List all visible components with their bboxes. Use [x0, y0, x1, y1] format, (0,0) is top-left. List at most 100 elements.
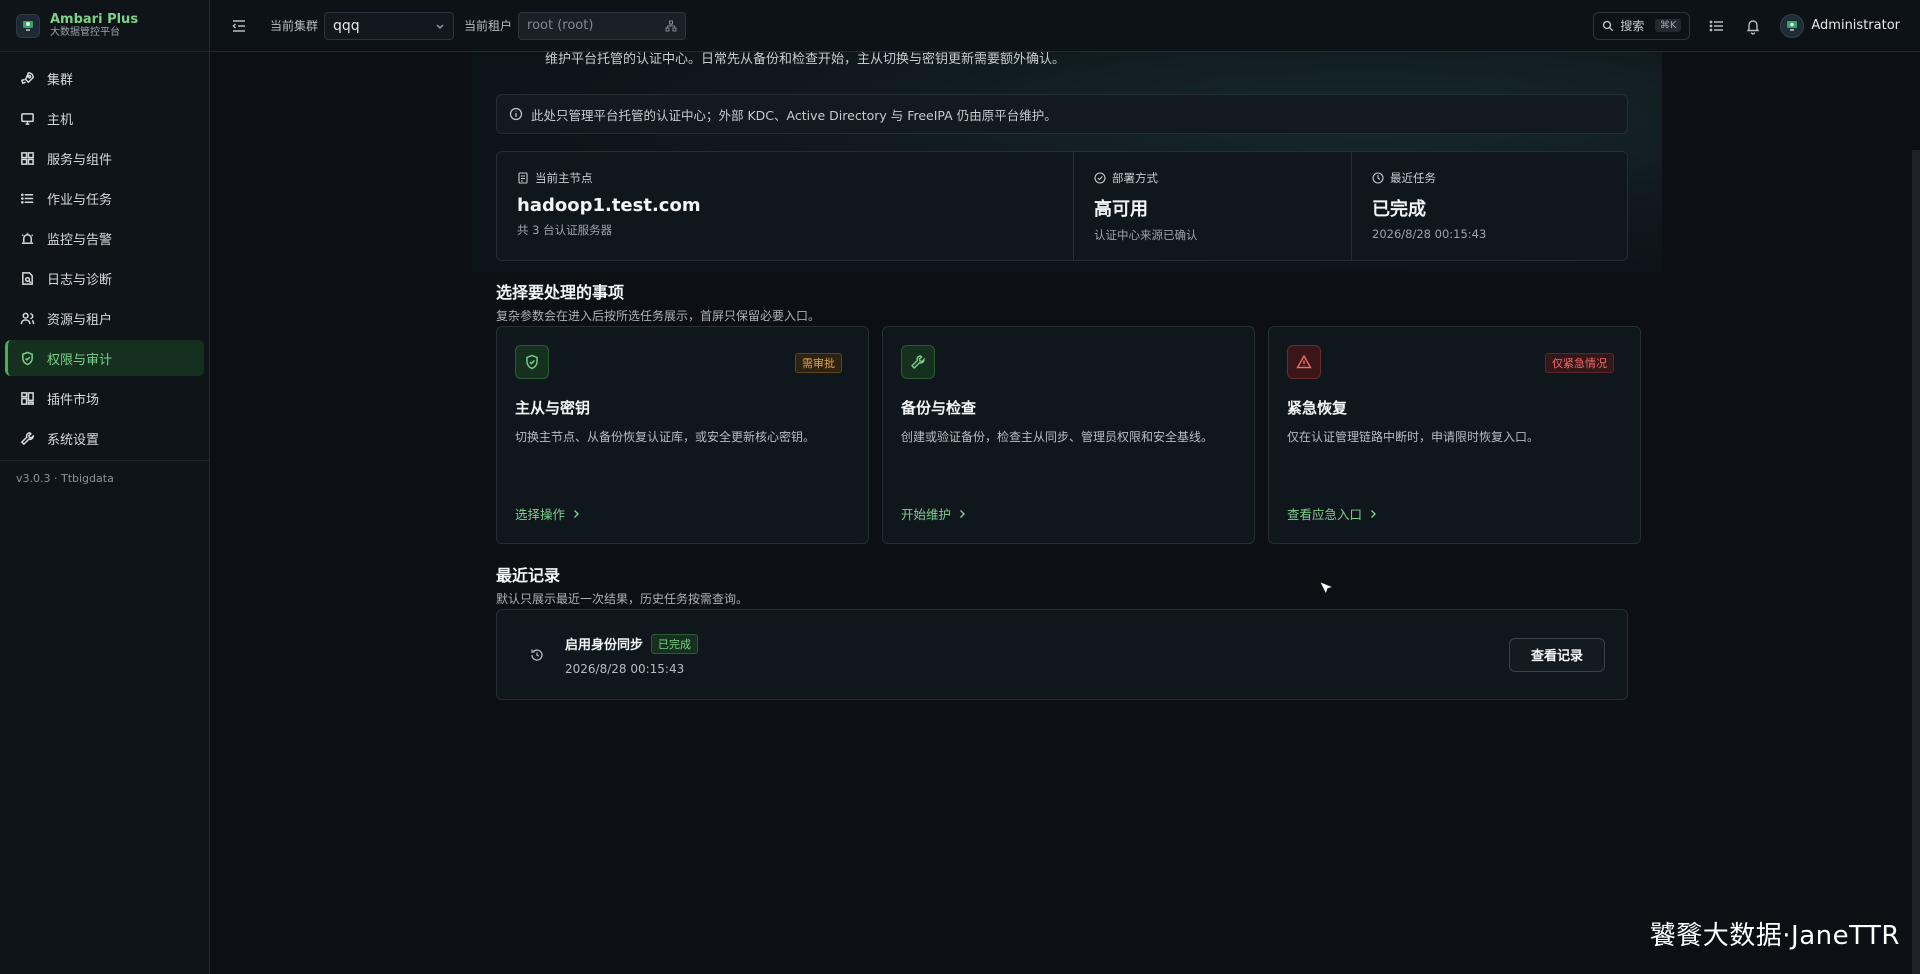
- select-action-link[interactable]: 选择操作: [515, 504, 581, 523]
- plugin-icon: [21, 391, 34, 405]
- card-backup-check[interactable]: 备份与检查 创建或验证备份，检查主从同步、管理员权限和安全基线。 开始维护: [882, 326, 1255, 544]
- search-button[interactable]: 搜索 ⌘K: [1593, 11, 1691, 40]
- card-link-label: 选择操作: [515, 507, 566, 522]
- task-cards: 需审批 主从与密钥 切换主节点、从备份恢复认证库，或安全更新核心密钥。 选择操作…: [496, 326, 1641, 544]
- card-link-label: 查看应急入口: [1287, 507, 1363, 522]
- shield-icon: [22, 351, 33, 365]
- sidebar-item-logs[interactable]: 日志与诊断: [5, 260, 204, 296]
- card-emergency-recovery[interactable]: 仅紧急情况 紧急恢复 仅在认证管理链路中断时，申请限时恢复入口。 查看应急入口: [1268, 326, 1641, 544]
- scrollbar[interactable]: [1912, 150, 1920, 974]
- list-icon: [21, 192, 34, 204]
- sidebar-item-label: 主机: [47, 112, 74, 128]
- card-description: 创建或验证备份，检查主从同步、管理员权限和安全基线。: [901, 430, 1214, 444]
- sidebar-item-resources[interactable]: 资源与租户: [5, 300, 204, 336]
- task-list-icon[interactable]: [1708, 17, 1726, 35]
- sidebar-item-label: 插件市场: [47, 392, 100, 408]
- wrench-icon: [901, 345, 935, 379]
- card-link-label: 开始维护: [901, 507, 952, 522]
- user-menu[interactable]: Administrator: [1780, 13, 1900, 38]
- wrench-icon: [20, 431, 34, 445]
- topbar: 当前集群 qqq 当前租户 root (root) 搜索 ⌘K Administ…: [210, 0, 1920, 52]
- sidebar-item-label: 集群: [47, 72, 74, 88]
- sidebar-item-hosts[interactable]: 主机: [5, 100, 204, 136]
- card-title: 紧急恢复: [1287, 399, 1348, 417]
- sidebar-item-label: 资源与租户: [47, 312, 113, 328]
- search-icon: [1603, 20, 1614, 31]
- sidebar-item-label: 日志与诊断: [47, 272, 113, 288]
- cluster-select[interactable]: qqq: [324, 11, 455, 40]
- tenant-label: 当前租户: [464, 19, 513, 33]
- server-icon: [518, 172, 528, 184]
- tasks-section-title: 选择要处理的事项: [496, 283, 625, 302]
- card-description: 仅在认证管理链路中断时，申请限时恢复入口。: [1287, 430, 1540, 444]
- bell-icon[interactable]: [1744, 17, 1762, 35]
- sidebar: Ambari Plus 大数据管控平台 集群 主机 服务与组件 作业与任务 监控…: [0, 0, 210, 974]
- sidebar-toggle-icon[interactable]: [230, 17, 248, 35]
- stat-sub: 2026/8/28 00:15:43: [1372, 227, 1487, 241]
- info-notice: 此处只管理平台托管的认证中心；外部 KDC、Active Directory 与…: [496, 94, 1628, 134]
- stat-label: 最近任务: [1390, 171, 1436, 185]
- stat-primary-node: 当前主节点 hadoop1.test.com 共 3 台认证服务器: [497, 152, 1074, 260]
- hero-description: 维护平台托管的认证中心。日常先从备份和检查开始，主从切换与密钥更新需要额外确认。: [545, 52, 1066, 67]
- sidebar-nav: 集群 主机 服务与组件 作业与任务 监控与告警 日志与诊断 资源与租户 权限与审…: [0, 52, 209, 456]
- status-badge: 已完成: [651, 633, 699, 654]
- brand-title: Ambari Plus: [50, 11, 139, 27]
- sidebar-item-clusters[interactable]: 集群: [5, 60, 204, 96]
- check-circle-icon: [1094, 172, 1106, 184]
- siren-icon: [21, 232, 34, 244]
- sidebar-item-label: 服务与组件: [47, 152, 113, 168]
- sidebar-item-label: 系统设置: [47, 432, 100, 448]
- chevron-right-icon: [1371, 509, 1377, 518]
- stat-deployment: 部署方式 高可用 认证中心来源已确认: [1074, 152, 1352, 260]
- main-content: 维护平台托管的认证中心。日常先从备份和检查开始，主从切换与密钥更新需要额外确认。…: [210, 52, 1920, 974]
- hierarchy-icon: [665, 20, 677, 31]
- version-label: v3.0.3 · Ttbigdata: [16, 472, 114, 485]
- recent-record: 启用身份同步 已完成 2026/8/28 00:15:43 查看记录: [496, 609, 1628, 700]
- users-icon: [20, 312, 35, 324]
- brand-subtitle: 大数据管控平台: [50, 26, 120, 38]
- sidebar-item-services[interactable]: 服务与组件: [5, 140, 204, 176]
- record-time: 2026/8/28 00:15:43: [565, 661, 685, 676]
- monitor-icon: [21, 112, 34, 125]
- view-emergency-entry-link[interactable]: 查看应急入口: [1287, 504, 1378, 523]
- stat-value: 高可用: [1094, 199, 1148, 220]
- sidebar-item-plugins[interactable]: 插件市场: [5, 380, 204, 416]
- warning-icon: [1287, 345, 1321, 379]
- sidebar-item-label: 权限与审计: [47, 352, 113, 368]
- log-search-icon: [22, 271, 33, 285]
- cluster-label: 当前集群: [270, 19, 319, 33]
- stat-label: 部署方式: [1112, 171, 1158, 185]
- watermark: 饕餮大数据·JaneTTR: [1649, 921, 1900, 951]
- brand-logo-icon: [16, 13, 40, 38]
- records-section-subtitle: 默认只展示最近一次结果，历史任务按需查询。: [496, 592, 749, 606]
- sidebar-item-monitoring[interactable]: 监控与告警: [5, 220, 204, 256]
- user-name: Administrator: [1811, 18, 1900, 33]
- emergency-badge: 仅紧急情况: [1545, 353, 1614, 373]
- sidebar-item-label: 作业与任务: [47, 192, 113, 208]
- sidebar-item-settings[interactable]: 系统设置: [5, 420, 204, 456]
- stat-label: 当前主节点: [535, 171, 593, 185]
- approval-badge: 需审批: [795, 353, 842, 373]
- search-shortcut: ⌘K: [1654, 19, 1682, 32]
- stat-sub: 共 3 台认证服务器: [517, 223, 613, 237]
- brand[interactable]: Ambari Plus 大数据管控平台: [0, 0, 209, 52]
- sidebar-item-permissions[interactable]: 权限与审计: [5, 340, 204, 376]
- chevron-right-icon: [960, 509, 966, 518]
- sidebar-item-label: 监控与告警: [47, 232, 113, 248]
- stat-value: 已完成: [1372, 199, 1426, 220]
- record-name: 启用身份同步: [565, 638, 644, 653]
- stat-value: hadoop1.test.com: [517, 195, 701, 216]
- start-maintenance-link[interactable]: 开始维护: [901, 504, 967, 523]
- info-icon: [509, 107, 523, 121]
- tasks-section-subtitle: 复杂参数会在进入后按所选任务展示，首屏只保留必要入口。: [496, 309, 821, 323]
- notice-text: 此处只管理平台托管的认证中心；外部 KDC、Active Directory 与…: [531, 107, 1057, 123]
- card-description: 切换主节点、从备份恢复认证库，或安全更新核心密钥。: [515, 430, 816, 444]
- sidebar-item-jobs[interactable]: 作业与任务: [5, 180, 204, 216]
- chevron-right-icon: [574, 509, 580, 518]
- view-record-button[interactable]: 查看记录: [1509, 637, 1605, 672]
- card-master-keys[interactable]: 需审批 主从与密钥 切换主节点、从备份恢复认证库，或安全更新核心密钥。 选择操作: [496, 326, 869, 544]
- tenant-select[interactable]: root (root): [518, 11, 687, 40]
- stat-latest-task: 最近任务 已完成 2026/8/28 00:15:43: [1352, 152, 1627, 260]
- records-section-title: 最近记录: [496, 566, 561, 585]
- mouse-cursor-icon: [1317, 579, 1337, 597]
